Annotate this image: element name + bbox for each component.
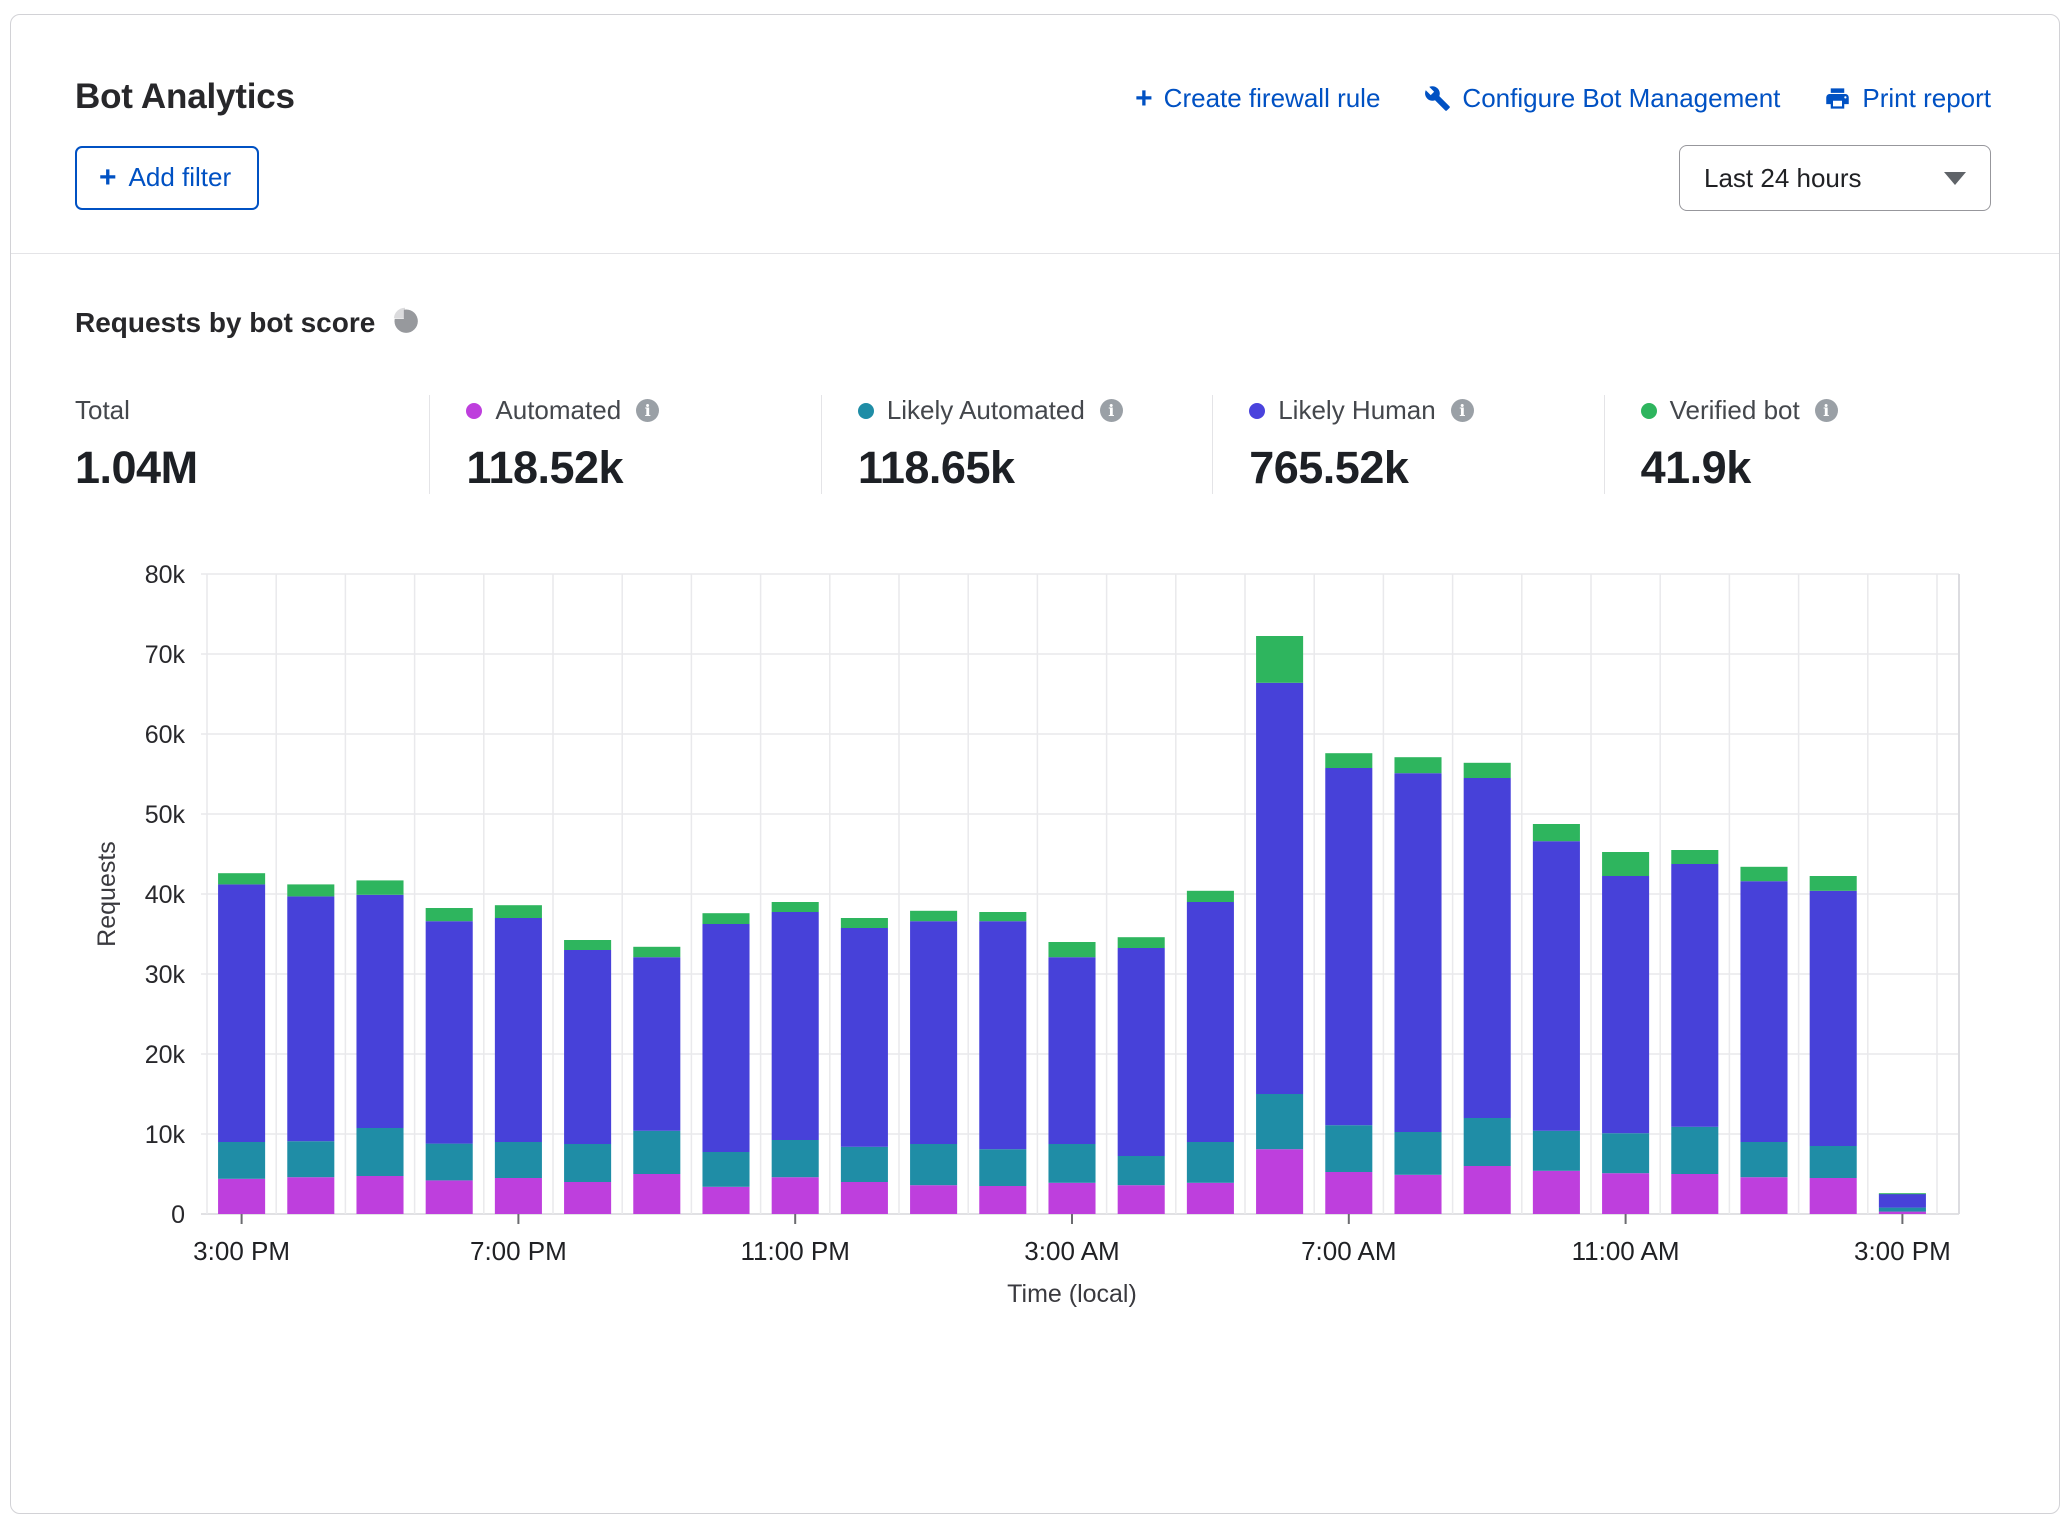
card-header: Bot Analytics + Create firewall rule Con… <box>11 15 2059 117</box>
stat-likely-automated-label: Likely Automated <box>887 395 1085 426</box>
configure-bot-management-label: Configure Bot Management <box>1462 83 1780 114</box>
stat-likely-human: Likely Human i 765.52k <box>1212 395 1603 494</box>
svg-text:20k: 20k <box>145 1041 186 1069</box>
pie-chart-icon <box>391 306 419 339</box>
info-icon[interactable]: i <box>1815 399 1838 422</box>
filter-row: + Add filter Last 24 hours <box>11 117 2059 211</box>
likely-automated-legend-dot <box>858 403 874 419</box>
info-icon[interactable]: i <box>1451 399 1474 422</box>
plus-icon: + <box>1135 87 1153 111</box>
svg-text:7:00 PM: 7:00 PM <box>470 1236 567 1266</box>
info-icon[interactable]: i <box>636 399 659 422</box>
likely-human-legend-dot <box>1249 403 1265 419</box>
stat-verified-bot: Verified bot i 41.9k <box>1604 395 1995 494</box>
stat-total-value: 1.04M <box>75 442 409 494</box>
requests-section: Requests by bot score Total 1.04M Aut <box>11 254 2059 1335</box>
svg-text:7:00 AM: 7:00 AM <box>1301 1236 1396 1266</box>
svg-text:80k: 80k <box>145 561 186 589</box>
svg-text:40k: 40k <box>145 881 186 909</box>
svg-text:60k: 60k <box>145 721 186 749</box>
info-icon[interactable]: i <box>1100 399 1123 422</box>
svg-text:11:00 AM: 11:00 AM <box>1572 1236 1680 1266</box>
print-report-link[interactable]: Print report <box>1824 83 1991 114</box>
stat-total: Total 1.04M <box>75 395 429 494</box>
stat-automated-label: Automated <box>495 395 621 426</box>
svg-text:70k: 70k <box>145 641 186 669</box>
chevron-down-icon <box>1944 172 1966 185</box>
printer-icon <box>1824 85 1851 112</box>
stat-verified-bot-label: Verified bot <box>1670 395 1800 426</box>
stat-likely-automated-value: 118.65k <box>858 442 1192 494</box>
svg-text:0: 0 <box>171 1201 185 1229</box>
plus-icon: + <box>99 166 117 190</box>
stat-automated-value: 118.52k <box>466 442 800 494</box>
svg-text:3:00 PM: 3:00 PM <box>193 1236 290 1266</box>
stacked-bar-chart[interactable]: 0 10k 20k 30k 40k 50k 60k 70k 80k 3:00 PM 7:00 PM 1… <box>75 540 1997 1330</box>
print-report-label: Print report <box>1862 83 1991 114</box>
configure-bot-management-link[interactable]: Configure Bot Management <box>1424 83 1780 114</box>
requests-by-bot-score-chart: 0 10k 20k 30k 40k 50k 60k 70k 80k 3:00 PM 7:00 PM 1… <box>75 540 1995 1335</box>
svg-text:10k: 10k <box>145 1121 186 1149</box>
stat-verified-bot-value: 41.9k <box>1641 442 1975 494</box>
add-filter-label: Add filter <box>129 162 232 193</box>
header-actions: + Create firewall rule Configure Bot Man… <box>1135 83 1991 114</box>
stat-likely-human-label: Likely Human <box>1278 395 1436 426</box>
svg-text:3:00 PM: 3:00 PM <box>1854 1236 1951 1266</box>
page-title: Bot Analytics <box>75 77 295 117</box>
svg-text:50k: 50k <box>145 801 186 829</box>
svg-text:3:00 AM: 3:00 AM <box>1024 1236 1119 1266</box>
svg-text:11:00 PM: 11:00 PM <box>741 1236 850 1266</box>
stat-total-label: Total <box>75 395 130 426</box>
time-range-value: Last 24 hours <box>1704 163 1862 194</box>
create-firewall-rule-link[interactable]: + Create firewall rule <box>1135 83 1380 114</box>
section-title: Requests by bot score <box>75 307 375 339</box>
stats-row: Total 1.04M Automated i 118.52k Likely A… <box>75 395 1995 494</box>
stat-likely-automated: Likely Automated i 118.65k <box>821 395 1212 494</box>
stat-likely-human-value: 765.52k <box>1249 442 1583 494</box>
time-range-select[interactable]: Last 24 hours <box>1679 145 1991 211</box>
svg-text:Requests: Requests <box>93 841 121 947</box>
svg-text:Time (local): Time (local) <box>1007 1280 1137 1308</box>
stat-automated: Automated i 118.52k <box>429 395 820 494</box>
svg-text:30k: 30k <box>145 961 186 989</box>
add-filter-button[interactable]: + Add filter <box>75 146 259 210</box>
create-firewall-rule-label: Create firewall rule <box>1164 83 1381 114</box>
automated-legend-dot <box>466 403 482 419</box>
wrench-icon <box>1424 85 1451 112</box>
verified-bot-legend-dot <box>1641 403 1657 419</box>
bot-analytics-card: Bot Analytics + Create firewall rule Con… <box>10 14 2060 1514</box>
